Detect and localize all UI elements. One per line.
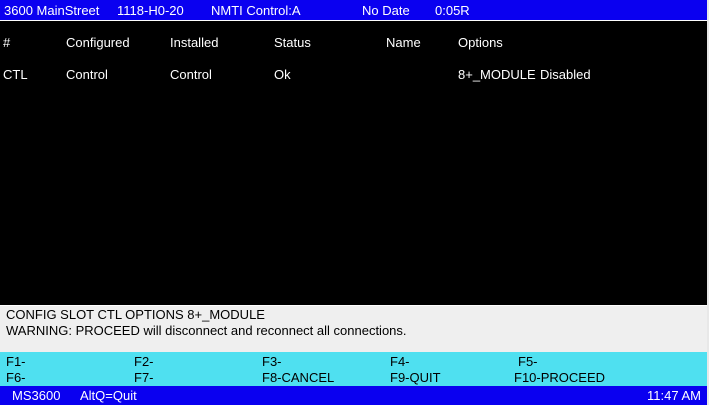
configured-cell: Control (66, 67, 108, 82)
control-label: NMTI Control:A (211, 3, 301, 18)
slot-cell: CTL (3, 67, 28, 82)
title-bar: 3600 MainStreet 1118-H0-20 NMTI Control:… (0, 0, 709, 21)
quit-hint[interactable]: AltQ=Quit (80, 388, 137, 403)
warning-message: WARNING: PROCEED will disconnect and rec… (6, 323, 407, 338)
command-line: CONFIG SLOT CTL OPTIONS 8+_MODULE (6, 307, 265, 322)
status-bar: MS3600 AltQ=Quit 11:47 AM (0, 386, 709, 405)
option-module-cell: 8+_MODULE (458, 67, 536, 82)
column-header-number: # (3, 35, 11, 50)
table-row[interactable]: CTL Control Control Ok 8+_MODULE Disable… (0, 67, 709, 83)
function-key-bar: F1- F2- F3- F4- F5- F6- F7- F8-CANCEL F9… (0, 352, 709, 386)
status-cell: Ok (274, 67, 291, 82)
column-header-options: Options (458, 35, 503, 50)
system-label: MS3600 (12, 388, 61, 403)
f3-key[interactable]: F3- (262, 354, 282, 369)
proceed-key[interactable]: F10-PROCEED (514, 370, 605, 385)
clock: 11:47 AM (647, 388, 701, 403)
f5-key[interactable]: F5- (518, 354, 538, 369)
quit-key[interactable]: F9-QUIT (390, 370, 441, 385)
f4-key[interactable]: F4- (390, 354, 410, 369)
column-header-configured: Configured (66, 35, 130, 50)
node-label: 1118-H0-20 (117, 3, 184, 18)
column-header-name: Name (386, 35, 421, 50)
option-state-cell: Disabled (540, 67, 591, 82)
location-label: 3600 MainStreet (4, 3, 100, 18)
column-header-status: Status (274, 35, 311, 50)
cancel-key[interactable]: F8-CANCEL (262, 370, 334, 385)
f6-key[interactable]: F6- (6, 370, 26, 385)
f7-key[interactable]: F7- (134, 370, 154, 385)
f2-key[interactable]: F2- (134, 354, 154, 369)
column-header-installed: Installed (170, 35, 219, 50)
terminal-screen: 3600 MainStreet 1118-H0-20 NMTI Control:… (0, 0, 709, 405)
date-label: No Date (362, 3, 410, 18)
f1-key[interactable]: F1- (6, 354, 26, 369)
table-header: # Configured Installed Status Name Optio… (0, 35, 709, 51)
installed-cell: Control (170, 67, 212, 82)
session-label: 0:05R (435, 3, 470, 18)
message-area: CONFIG SLOT CTL OPTIONS 8+_MODULE WARNIN… (0, 305, 709, 353)
